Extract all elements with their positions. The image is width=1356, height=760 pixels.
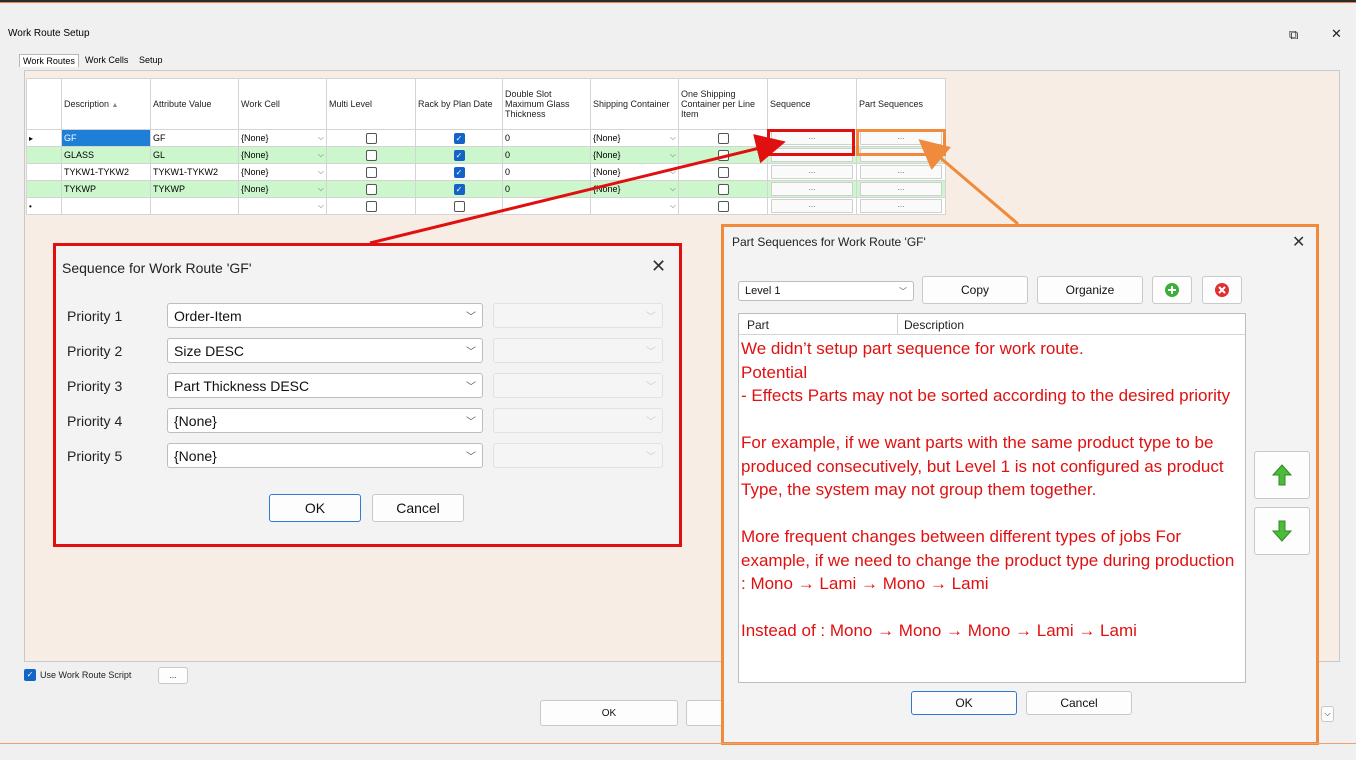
priority-3-secondary-select[interactable]: ﹀ [493, 373, 663, 398]
priority-label: Priority 3 [67, 378, 123, 394]
sequence-ok-button[interactable]: OK [269, 494, 361, 522]
priority-1-secondary-select[interactable]: ﹀ [493, 303, 663, 328]
part-dialog-title: Part Sequences for Work Route 'GF' [732, 235, 926, 249]
script-ellipsis-button[interactable]: ... [158, 667, 188, 684]
chevron-down-icon: ﹀ [646, 417, 656, 428]
use-script-label: Use Work Route Script [40, 670, 132, 680]
col-description[interactable]: Description [898, 314, 964, 334]
add-level-button[interactable] [1152, 276, 1192, 304]
sequence-cancel-button[interactable]: Cancel [372, 494, 464, 522]
copy-button[interactable]: Copy [922, 276, 1028, 304]
part-list[interactable]: Part Description We didn’t setup part se… [738, 313, 1246, 683]
priority-1-select[interactable]: Order-Item ﹀ [167, 303, 483, 328]
chevron-down-icon: ﹀ [466, 417, 476, 428]
move-down-button[interactable] [1254, 507, 1310, 555]
chevron-down-icon: ﹀ [466, 452, 476, 463]
arrow-up-icon [1271, 464, 1293, 486]
remove-icon [1215, 283, 1229, 297]
sequence-dialog-title: Sequence for Work Route 'GF' [62, 260, 252, 276]
organize-button[interactable]: Organize [1037, 276, 1143, 304]
sequence-callout-arrow [369, 134, 786, 245]
scroll-down-icon[interactable]: ⌵ [1321, 706, 1334, 722]
move-up-button[interactable] [1254, 451, 1310, 499]
use-script-checkbox[interactable]: ✓ [24, 669, 36, 681]
priority-2-select[interactable]: Size DESC ﹀ [167, 338, 483, 363]
bottom-edge-line [0, 743, 1356, 744]
use-script-row: ✓ Use Work Route Script [24, 669, 131, 681]
chevron-down-icon: ﹀ [466, 382, 476, 393]
priority-label: Priority 1 [67, 308, 123, 324]
level-select[interactable]: Level 1 ﹀ [738, 281, 914, 301]
part-list-header: Part Description [739, 314, 1245, 335]
priority-label: Priority 2 [67, 343, 123, 359]
priority-5-secondary-select[interactable]: ﹀ [493, 443, 663, 468]
chevron-down-icon: ﹀ [646, 312, 656, 323]
priority-2-secondary-select[interactable]: ﹀ [493, 338, 663, 363]
remove-level-button[interactable] [1202, 276, 1242, 304]
chevron-down-icon: ﹀ [646, 382, 656, 393]
main-cancel-button[interactable] [686, 700, 726, 726]
part-cancel-button[interactable]: Cancel [1026, 691, 1132, 715]
priority-5-select[interactable]: {None} ﹀ [167, 443, 483, 468]
chevron-down-icon: ﹀ [646, 452, 656, 463]
part-sequences-dialog: Part Sequences for Work Route 'GF' ✕ Lev… [721, 224, 1319, 745]
close-icon[interactable]: ✕ [651, 256, 666, 277]
add-icon [1165, 283, 1179, 297]
col-part[interactable]: Part [739, 314, 898, 334]
priority-label: Priority 4 [67, 413, 123, 429]
chevron-down-icon: ﹀ [899, 286, 907, 296]
close-icon[interactable]: ✕ [1292, 232, 1305, 252]
priority-label: Priority 5 [67, 448, 123, 464]
priority-4-secondary-select[interactable]: ﹀ [493, 408, 663, 433]
annotation-note: We didn’t setup part sequence for work r… [741, 339, 1235, 640]
sequence-dialog: Sequence for Work Route 'GF' ✕ Priority … [53, 243, 682, 547]
chevron-down-icon: ﹀ [466, 312, 476, 323]
arrow-down-icon [1271, 520, 1293, 542]
main-ok-button[interactable]: OK [540, 700, 678, 726]
part-ok-button[interactable]: OK [911, 691, 1017, 715]
chevron-down-icon: ﹀ [466, 347, 476, 358]
priority-4-select[interactable]: {None} ﹀ [167, 408, 483, 433]
chevron-down-icon: ﹀ [646, 347, 656, 358]
part-sequences-callout-arrow [918, 139, 1019, 226]
priority-3-select[interactable]: Part Thickness DESC ﹀ [167, 373, 483, 398]
